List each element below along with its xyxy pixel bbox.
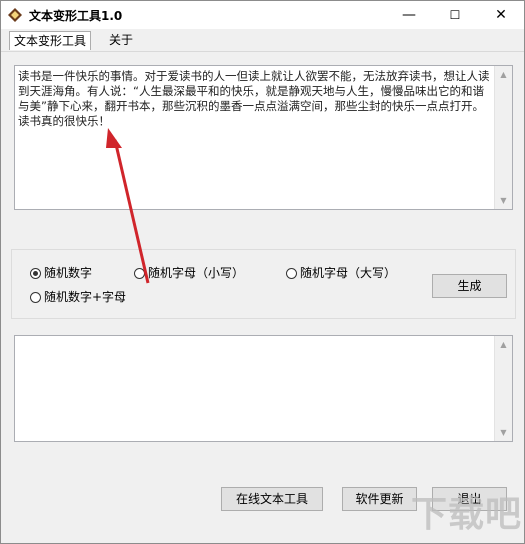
annotation-arrow-icon [106, 128, 150, 284]
